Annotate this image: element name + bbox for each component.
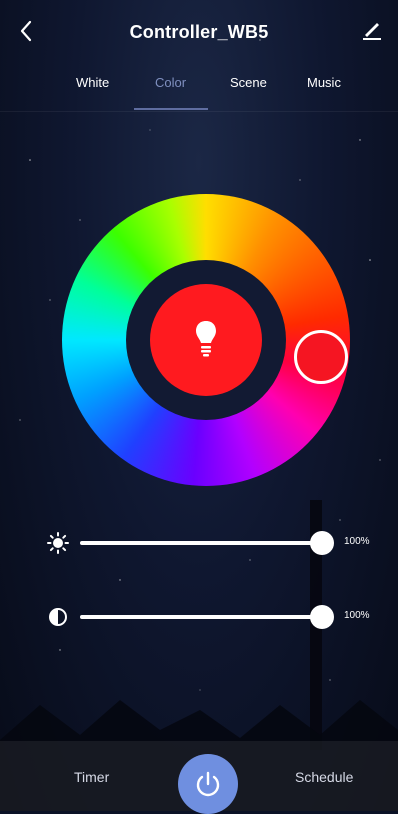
app-header: Controller_WB5 [0, 0, 398, 64]
brightness-slider-row: 100% [0, 528, 398, 558]
saturation-value: 100% [344, 610, 370, 621]
tab-music[interactable]: Music [307, 75, 341, 90]
edit-button[interactable] [360, 18, 388, 46]
power-icon [196, 771, 220, 797]
tab-divider [0, 111, 398, 112]
sun-icon [47, 532, 69, 554]
selected-color-preview[interactable] [150, 284, 262, 396]
tab-white[interactable]: White [76, 75, 109, 90]
active-tab-indicator [134, 108, 208, 110]
tab-scene[interactable]: Scene [230, 75, 267, 90]
saturation-slider-thumb[interactable] [310, 605, 334, 629]
power-button[interactable] [178, 754, 238, 814]
brightness-slider-thumb[interactable] [310, 531, 334, 555]
saturation-slider-row: 100% [0, 602, 398, 632]
brightness-slider-track[interactable] [80, 541, 324, 545]
saturation-slider-track[interactable] [80, 615, 324, 619]
page-title: Controller_WB5 [129, 22, 269, 42]
pencil-icon [363, 23, 381, 40]
contrast-icon [49, 608, 67, 626]
color-picker-handle[interactable] [294, 330, 348, 384]
schedule-button[interactable]: Schedule [295, 769, 353, 785]
brightness-value: 100% [344, 536, 370, 547]
timer-button[interactable]: Timer [74, 769, 109, 785]
tab-bar: White Color Scene Music [0, 75, 398, 109]
lightbulb-icon [196, 321, 216, 357]
color-wheel[interactable] [62, 194, 350, 486]
tab-color[interactable]: Color [155, 75, 186, 90]
